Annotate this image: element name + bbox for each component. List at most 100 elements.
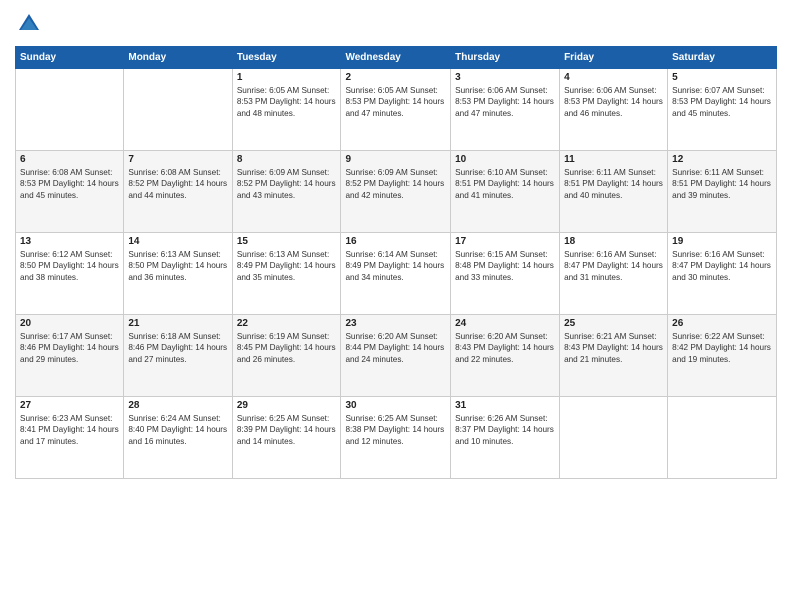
calendar-week-row: 27 Sunrise: 6:23 AM Sunset: 8:41 PM Dayli… (16, 397, 777, 479)
calendar-cell: 31 Sunrise: 6:26 AM Sunset: 8:37 PM Dayli… (451, 397, 560, 479)
day-number: 23 (345, 318, 446, 329)
day-number: 12 (672, 154, 772, 165)
calendar-cell: 1 Sunrise: 6:05 AM Sunset: 8:53 PM Daylig… (232, 69, 341, 151)
day-info: Sunrise: 6:13 AM Sunset: 8:49 PM Dayligh… (237, 249, 337, 283)
calendar-cell: 12Sunrise: 6:11 AM Sunset: 8:51 PM Dayli… (668, 151, 777, 233)
calendar-cell: 8 Sunrise: 6:09 AM Sunset: 8:52 PM Daylig… (232, 151, 341, 233)
day-number: 14 (128, 236, 227, 247)
calendar-cell: 27 Sunrise: 6:23 AM Sunset: 8:41 PM Dayli… (16, 397, 124, 479)
calendar-table: SundayMondayTuesdayWednesdayThursdayFrid… (15, 46, 777, 479)
day-number: 19 (672, 236, 772, 247)
day-number: 21 (128, 318, 227, 329)
day-number: 2 (345, 72, 446, 83)
calendar-cell: 9 Sunrise: 6:09 AM Sunset: 8:52 PM Daylig… (341, 151, 451, 233)
calendar-cell: 5 Sunrise: 6:07 AM Sunset: 8:53 PM Daylig… (668, 69, 777, 151)
day-info: Sunrise: 6:11 AM Sunset: 8:51 PM Dayligh… (564, 167, 663, 201)
day-info: Sunrise: 6:06 AM Sunset: 8:53 PM Dayligh… (455, 85, 555, 119)
calendar-week-row: 6Sunrise: 6:08 AM Sunset: 8:53 PM Daylig… (16, 151, 777, 233)
weekday-header: Monday (124, 47, 232, 69)
calendar-week-row: 1 Sunrise: 6:05 AM Sunset: 8:53 PM Daylig… (16, 69, 777, 151)
calendar-cell (668, 397, 777, 479)
day-info: Sunrise: 6:10 AM Sunset: 8:51 PM Dayligh… (455, 167, 555, 201)
day-number: 7 (128, 154, 227, 165)
day-number: 8 (237, 154, 337, 165)
weekday-header: Tuesday (232, 47, 341, 69)
day-number: 24 (455, 318, 555, 329)
day-info: Sunrise: 6:23 AM Sunset: 8:41 PM Dayligh… (20, 413, 119, 447)
calendar-cell (560, 397, 668, 479)
day-number: 20 (20, 318, 119, 329)
weekday-header: Friday (560, 47, 668, 69)
calendar-body: 1 Sunrise: 6:05 AM Sunset: 8:53 PM Daylig… (16, 69, 777, 479)
calendar-cell: 17Sunrise: 6:15 AM Sunset: 8:48 PM Dayli… (451, 233, 560, 315)
day-info: Sunrise: 6:16 AM Sunset: 8:47 PM Dayligh… (564, 249, 663, 283)
calendar-cell: 21 Sunrise: 6:18 AM Sunset: 8:46 PM Dayli… (124, 315, 232, 397)
day-number: 11 (564, 154, 663, 165)
calendar-cell: 2 Sunrise: 6:05 AM Sunset: 8:53 PM Daylig… (341, 69, 451, 151)
calendar-week-row: 13 Sunrise: 6:12 AM Sunset: 8:50 PM Dayli… (16, 233, 777, 315)
day-info: Sunrise: 6:06 AM Sunset: 8:53 PM Dayligh… (564, 85, 663, 119)
day-number: 27 (20, 400, 119, 411)
calendar-cell: 13 Sunrise: 6:12 AM Sunset: 8:50 PM Dayli… (16, 233, 124, 315)
day-info: Sunrise: 6:24 AM Sunset: 8:40 PM Dayligh… (128, 413, 227, 447)
calendar-cell: 6Sunrise: 6:08 AM Sunset: 8:53 PM Daylig… (16, 151, 124, 233)
day-info: Sunrise: 6:26 AM Sunset: 8:37 PM Dayligh… (455, 413, 555, 447)
calendar-cell: 29Sunrise: 6:25 AM Sunset: 8:39 PM Dayli… (232, 397, 341, 479)
calendar-week-row: 20 Sunrise: 6:17 AM Sunset: 8:46 PM Dayli… (16, 315, 777, 397)
day-info: Sunrise: 6:09 AM Sunset: 8:52 PM Dayligh… (345, 167, 446, 201)
calendar-cell: 22Sunrise: 6:19 AM Sunset: 8:45 PM Dayli… (232, 315, 341, 397)
day-number: 25 (564, 318, 663, 329)
day-number: 10 (455, 154, 555, 165)
day-number: 3 (455, 72, 555, 83)
day-number: 16 (345, 236, 446, 247)
day-number: 22 (237, 318, 337, 329)
day-number: 1 (237, 72, 337, 83)
calendar-cell: 3 Sunrise: 6:06 AM Sunset: 8:53 PM Daylig… (451, 69, 560, 151)
day-info: Sunrise: 6:25 AM Sunset: 8:38 PM Dayligh… (345, 413, 446, 447)
calendar-cell: 24Sunrise: 6:20 AM Sunset: 8:43 PM Dayli… (451, 315, 560, 397)
day-number: 5 (672, 72, 772, 83)
calendar-cell: 10 Sunrise: 6:10 AM Sunset: 8:51 PM Dayli… (451, 151, 560, 233)
calendar-cell: 18Sunrise: 6:16 AM Sunset: 8:47 PM Dayli… (560, 233, 668, 315)
calendar-cell: 25 Sunrise: 6:21 AM Sunset: 8:43 PM Dayli… (560, 315, 668, 397)
calendar-cell: 30 Sunrise: 6:25 AM Sunset: 8:38 PM Dayli… (341, 397, 451, 479)
day-info: Sunrise: 6:07 AM Sunset: 8:53 PM Dayligh… (672, 85, 772, 119)
day-number: 9 (345, 154, 446, 165)
day-info: Sunrise: 6:25 AM Sunset: 8:39 PM Dayligh… (237, 413, 337, 447)
day-info: Sunrise: 6:09 AM Sunset: 8:52 PM Dayligh… (237, 167, 337, 201)
day-number: 30 (345, 400, 446, 411)
calendar-cell: 14 Sunrise: 6:13 AM Sunset: 8:50 PM Dayli… (124, 233, 232, 315)
day-number: 26 (672, 318, 772, 329)
day-info: Sunrise: 6:22 AM Sunset: 8:42 PM Dayligh… (672, 331, 772, 365)
day-number: 17 (455, 236, 555, 247)
weekday-header: Wednesday (341, 47, 451, 69)
day-info: Sunrise: 6:21 AM Sunset: 8:43 PM Dayligh… (564, 331, 663, 365)
calendar-cell: 11 Sunrise: 6:11 AM Sunset: 8:51 PM Dayli… (560, 151, 668, 233)
calendar-cell: 28 Sunrise: 6:24 AM Sunset: 8:40 PM Dayli… (124, 397, 232, 479)
calendar-cell: 7Sunrise: 6:08 AM Sunset: 8:52 PM Daylig… (124, 151, 232, 233)
calendar-header: SundayMondayTuesdayWednesdayThursdayFrid… (16, 47, 777, 69)
day-info: Sunrise: 6:05 AM Sunset: 8:53 PM Dayligh… (237, 85, 337, 119)
weekday-header: Sunday (16, 47, 124, 69)
day-number: 13 (20, 236, 119, 247)
page: SundayMondayTuesdayWednesdayThursdayFrid… (0, 0, 792, 612)
day-info: Sunrise: 6:18 AM Sunset: 8:46 PM Dayligh… (128, 331, 227, 365)
weekday-header: Saturday (668, 47, 777, 69)
day-info: Sunrise: 6:13 AM Sunset: 8:50 PM Dayligh… (128, 249, 227, 283)
header (15, 10, 777, 38)
day-number: 15 (237, 236, 337, 247)
calendar-cell (124, 69, 232, 151)
calendar-cell: 4Sunrise: 6:06 AM Sunset: 8:53 PM Daylig… (560, 69, 668, 151)
logo-icon (15, 10, 43, 38)
day-info: Sunrise: 6:12 AM Sunset: 8:50 PM Dayligh… (20, 249, 119, 283)
weekday-row: SundayMondayTuesdayWednesdayThursdayFrid… (16, 47, 777, 69)
day-info: Sunrise: 6:14 AM Sunset: 8:49 PM Dayligh… (345, 249, 446, 283)
calendar-cell: 16 Sunrise: 6:14 AM Sunset: 8:49 PM Dayli… (341, 233, 451, 315)
day-number: 31 (455, 400, 555, 411)
weekday-header: Thursday (451, 47, 560, 69)
day-number: 28 (128, 400, 227, 411)
calendar-cell: 20 Sunrise: 6:17 AM Sunset: 8:46 PM Dayli… (16, 315, 124, 397)
day-info: Sunrise: 6:05 AM Sunset: 8:53 PM Dayligh… (345, 85, 446, 119)
day-info: Sunrise: 6:17 AM Sunset: 8:46 PM Dayligh… (20, 331, 119, 365)
calendar-cell: 15 Sunrise: 6:13 AM Sunset: 8:49 PM Dayli… (232, 233, 341, 315)
